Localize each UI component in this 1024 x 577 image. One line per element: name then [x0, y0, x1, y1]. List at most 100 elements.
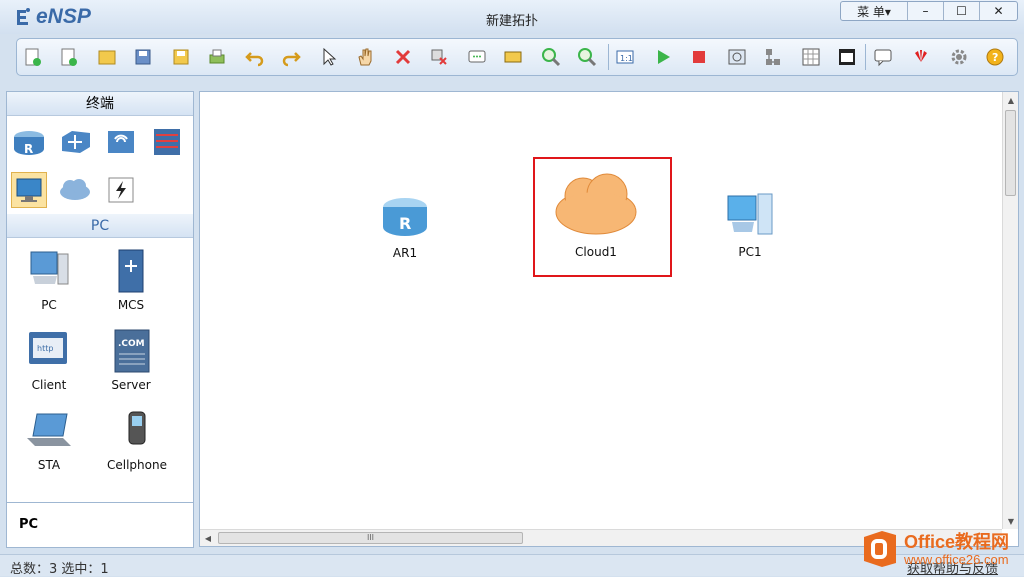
close-button[interactable]: ✕ — [979, 2, 1017, 20]
selection-highlight-box — [533, 157, 672, 277]
horizontal-scroll-thumb[interactable]: III — [218, 532, 523, 544]
start-button[interactable] — [651, 46, 675, 68]
client-icon: http — [29, 332, 67, 364]
zoom-out-button[interactable] — [575, 46, 599, 68]
palette-icon — [504, 51, 522, 63]
topology-icon — [766, 49, 780, 65]
chat-button[interactable] — [871, 46, 895, 68]
terminals-header: 终端 — [7, 92, 193, 116]
toolbar: 1:1 ? — [16, 38, 1018, 76]
save-as-button[interactable] — [169, 46, 193, 68]
new-lab-button[interactable] — [57, 46, 81, 68]
console-icon — [839, 49, 855, 65]
device-client[interactable]: http Client — [7, 324, 91, 392]
category-firewall[interactable] — [149, 124, 185, 160]
new-lab-icon — [61, 48, 77, 66]
pc-icon — [727, 193, 773, 235]
select-button[interactable] — [317, 46, 341, 68]
device-sta[interactable]: STA — [7, 404, 91, 472]
window-controls: 菜 单▾ – ☐ ✕ — [840, 1, 1018, 21]
open-button[interactable] — [95, 46, 119, 68]
minimize-button[interactable]: – — [907, 2, 943, 20]
new-topology-icon — [25, 48, 41, 66]
pan-button[interactable] — [353, 46, 377, 68]
laptop-icon — [27, 413, 71, 446]
comment-icon — [468, 50, 486, 63]
title-bar: eNSP 新建拓扑 菜 单▾ – ☐ ✕ — [0, 0, 1024, 34]
category-cloud[interactable] — [57, 172, 93, 208]
text-button[interactable] — [465, 46, 489, 68]
new-topology-button[interactable] — [21, 46, 45, 68]
power-icon — [108, 177, 134, 203]
delete-icon — [395, 49, 411, 65]
vertical-scroll-thumb[interactable] — [1005, 110, 1016, 196]
category-power[interactable] — [103, 172, 139, 208]
pc-header: PC — [7, 214, 193, 238]
node-ar1[interactable]: R AR1 — [374, 193, 436, 260]
device-label: Server — [111, 378, 151, 392]
delete-button[interactable] — [391, 46, 415, 68]
print-button[interactable] — [205, 46, 229, 68]
firewall-icon — [154, 129, 180, 155]
watermark: Office教程网 www.office26.com — [860, 526, 1024, 572]
scroll-left-button[interactable]: ◀ — [200, 530, 216, 546]
category-wireless[interactable] — [103, 124, 139, 160]
node-label: AR1 — [392, 246, 418, 260]
watermark-url: www.office26.com — [904, 551, 1009, 567]
svg-text:1:1: 1:1 — [620, 54, 633, 63]
node-pc1[interactable]: PC1 — [720, 190, 780, 259]
console-button[interactable] — [835, 46, 859, 68]
svg-text:?: ? — [992, 51, 998, 64]
capture-button[interactable] — [725, 46, 749, 68]
save-as-icon — [173, 49, 189, 65]
svg-text:R: R — [399, 214, 411, 233]
router-icon: R — [14, 131, 44, 156]
device-label: STA — [37, 458, 61, 472]
settings-button[interactable] — [947, 46, 971, 68]
wireless-icon — [108, 131, 134, 153]
mcs-server-icon — [118, 249, 144, 293]
huawei-button[interactable] — [909, 46, 933, 68]
save-icon — [135, 49, 151, 65]
topology-button[interactable] — [761, 46, 785, 68]
gear-icon — [951, 49, 967, 65]
device-server[interactable]: .COM Server — [89, 324, 173, 392]
node-label: PC1 — [738, 245, 762, 259]
help-icon: ? — [986, 48, 1004, 66]
watermark-title: Office教程网 — [904, 531, 1010, 552]
device-cellphone[interactable]: Cellphone — [95, 404, 179, 472]
category-terminal[interactable] — [11, 172, 47, 208]
cursor-icon — [323, 47, 337, 66]
huawei-logo-icon — [913, 50, 929, 62]
switch-icon — [62, 131, 90, 153]
grid-button[interactable] — [799, 46, 823, 68]
delete-link-button[interactable] — [427, 46, 451, 68]
router-icon: R — [383, 198, 427, 236]
hand-icon — [358, 48, 372, 66]
svg-text:.COM: .COM — [118, 339, 145, 349]
category-switch[interactable] — [57, 124, 93, 160]
device-pc[interactable]: PC — [7, 244, 91, 312]
stop-button[interactable] — [687, 46, 711, 68]
office-logo-icon — [864, 531, 896, 567]
main-menu-button[interactable]: 菜 单▾ — [841, 2, 907, 20]
vertical-scrollbar[interactable]: ▲ ▼ — [1002, 92, 1018, 529]
selected-device-name: PC — [19, 517, 39, 532]
zoom-in-button[interactable] — [539, 46, 563, 68]
category-router[interactable]: R — [11, 124, 47, 160]
fit-button[interactable]: 1:1 — [613, 46, 637, 68]
play-icon — [658, 50, 670, 64]
print-icon — [209, 49, 225, 64]
palette-button[interactable] — [501, 46, 525, 68]
scroll-up-button[interactable]: ▲ — [1003, 92, 1019, 108]
redo-button[interactable] — [279, 46, 303, 68]
pc-icon — [30, 251, 69, 285]
terminal-icon — [16, 178, 42, 202]
stop-icon — [693, 51, 705, 63]
undo-button[interactable] — [243, 46, 267, 68]
device-mcs[interactable]: MCS — [89, 244, 173, 312]
maximize-button[interactable]: ☐ — [943, 2, 979, 20]
save-button[interactable] — [131, 46, 155, 68]
fit-view-icon: 1:1 — [616, 50, 634, 64]
help-button[interactable]: ? — [983, 46, 1007, 68]
